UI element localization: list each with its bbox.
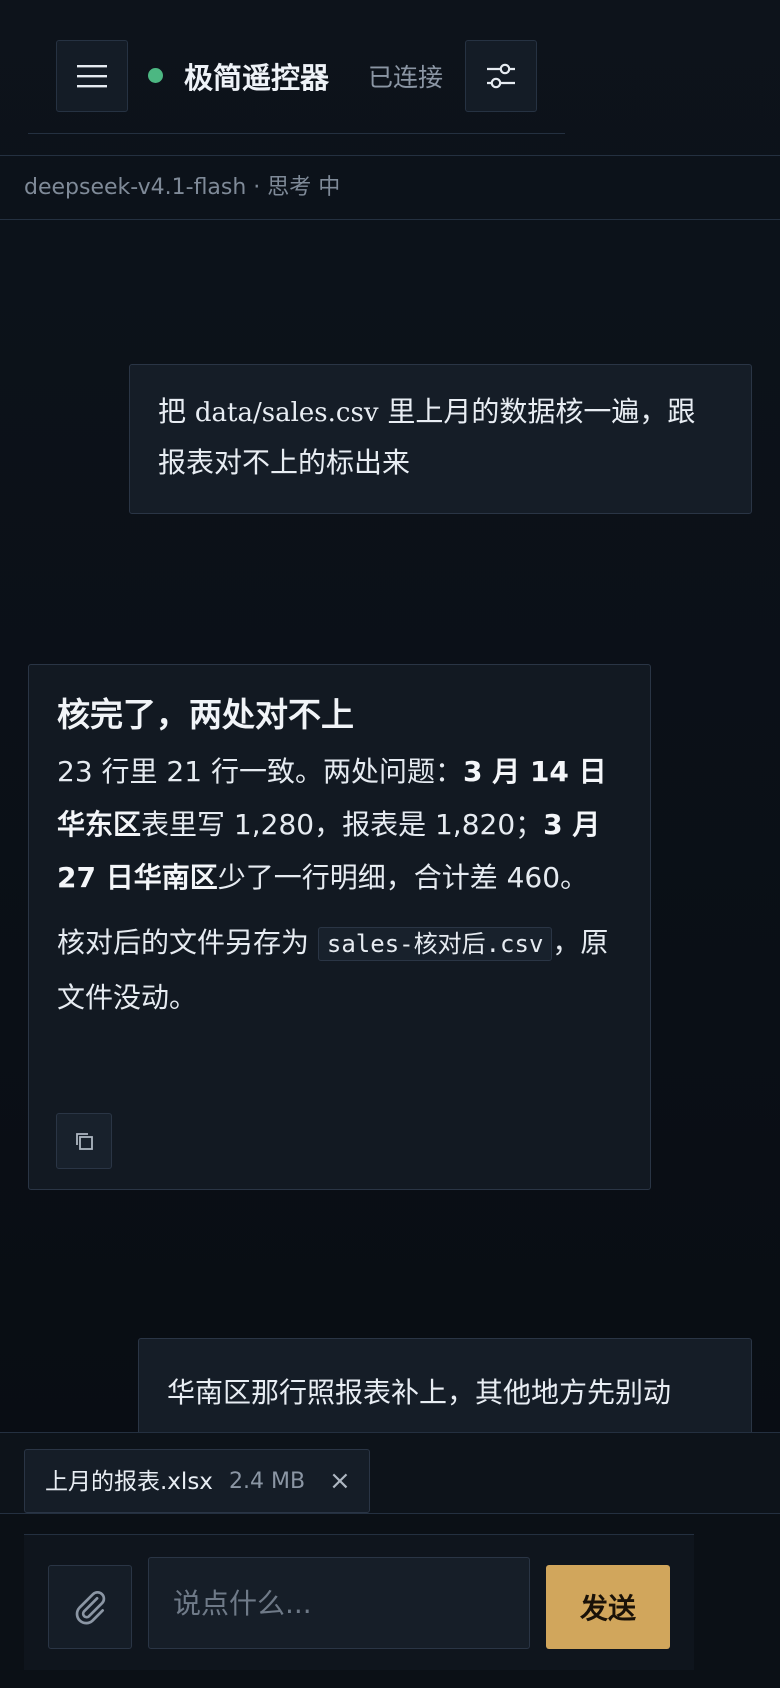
connection-status: 已连接 (368, 63, 444, 92)
text-segment: 核对后的文件另存为 (57, 926, 318, 959)
send-button[interactable]: 发送 (546, 1565, 670, 1649)
attachment-bar: 上月的报表.xlsx 2.4 MB × (0, 1432, 780, 1514)
paperclip-icon (75, 1591, 106, 1625)
attachment-chip[interactable]: 上月的报表.xlsx 2.4 MB × (24, 1449, 370, 1513)
user-message-text: 华南区那行照报表补上，其他地方先别动 (167, 1376, 672, 1409)
header-toolbar: 极简遥控器 已连接 (28, 0, 565, 134)
composer: 发送 (24, 1534, 694, 1670)
settings-button[interactable] (465, 40, 537, 112)
user-message: 华南区那行照报表补上，其他地方先别动 (138, 1338, 752, 1438)
sliders-icon (487, 63, 515, 89)
message-input[interactable] (148, 1557, 530, 1649)
connection-status-dot (148, 68, 163, 83)
copy-icon (76, 1133, 93, 1150)
attachment-size: 2.4 MB (229, 1469, 306, 1494)
user-message: 把 data/sales.csv 里上月的数据核一遍，跟报表对不上的标出来 (129, 364, 752, 514)
assistant-paragraph: 23 行里 21 行一致。两处问题：3 月 14 日华东区表里写 1,280，报… (57, 745, 622, 904)
app-title: 极简遥控器 (184, 61, 330, 95)
attachment-name: 上月的报表.xlsx (45, 1469, 213, 1495)
assistant-paragraph: 核对后的文件另存为 sales-核对后.csv ，原文件没动。 (57, 916, 622, 1024)
text-segment: 把 (158, 395, 195, 428)
model-info-bar: deepseek-v4.1-flash · 思考 中 (0, 156, 780, 220)
top-bar: 极简遥控器 已连接 (0, 0, 780, 156)
assistant-message-title: 核完了，两处对不上 (57, 695, 354, 734)
remove-attachment-icon[interactable]: × (329, 1460, 351, 1502)
file-path: data/sales.csv (194, 398, 379, 428)
user-message-text: 把 data/sales.csv 里上月的数据核一遍，跟报表对不上的标出来 (158, 387, 723, 488)
text-segment: 23 行里 21 行一致。两处问题： (57, 755, 463, 788)
model-label[interactable]: deepseek-v4.1-flash · 思考 中 (24, 172, 340, 204)
menu-button[interactable] (56, 40, 128, 112)
chat-page: 极简遥控器 已连接 deepseek-v4.1-flash · 思考 中 把 d… (0, 0, 780, 1688)
assistant-message: 核完了，两处对不上 23 行里 21 行一致。两处问题：3 月 14 日华东区表… (28, 664, 651, 1190)
inline-code-filename: sales-核对后.csv (317, 927, 553, 961)
attach-button[interactable] (48, 1565, 132, 1649)
text-segment: 少了一行明细，合计差 460。 (217, 861, 589, 894)
hamburger-menu-icon (77, 65, 107, 88)
copy-button[interactable] (56, 1113, 112, 1169)
text-segment: 表里写 1,280，报表是 1,820； (141, 808, 544, 841)
